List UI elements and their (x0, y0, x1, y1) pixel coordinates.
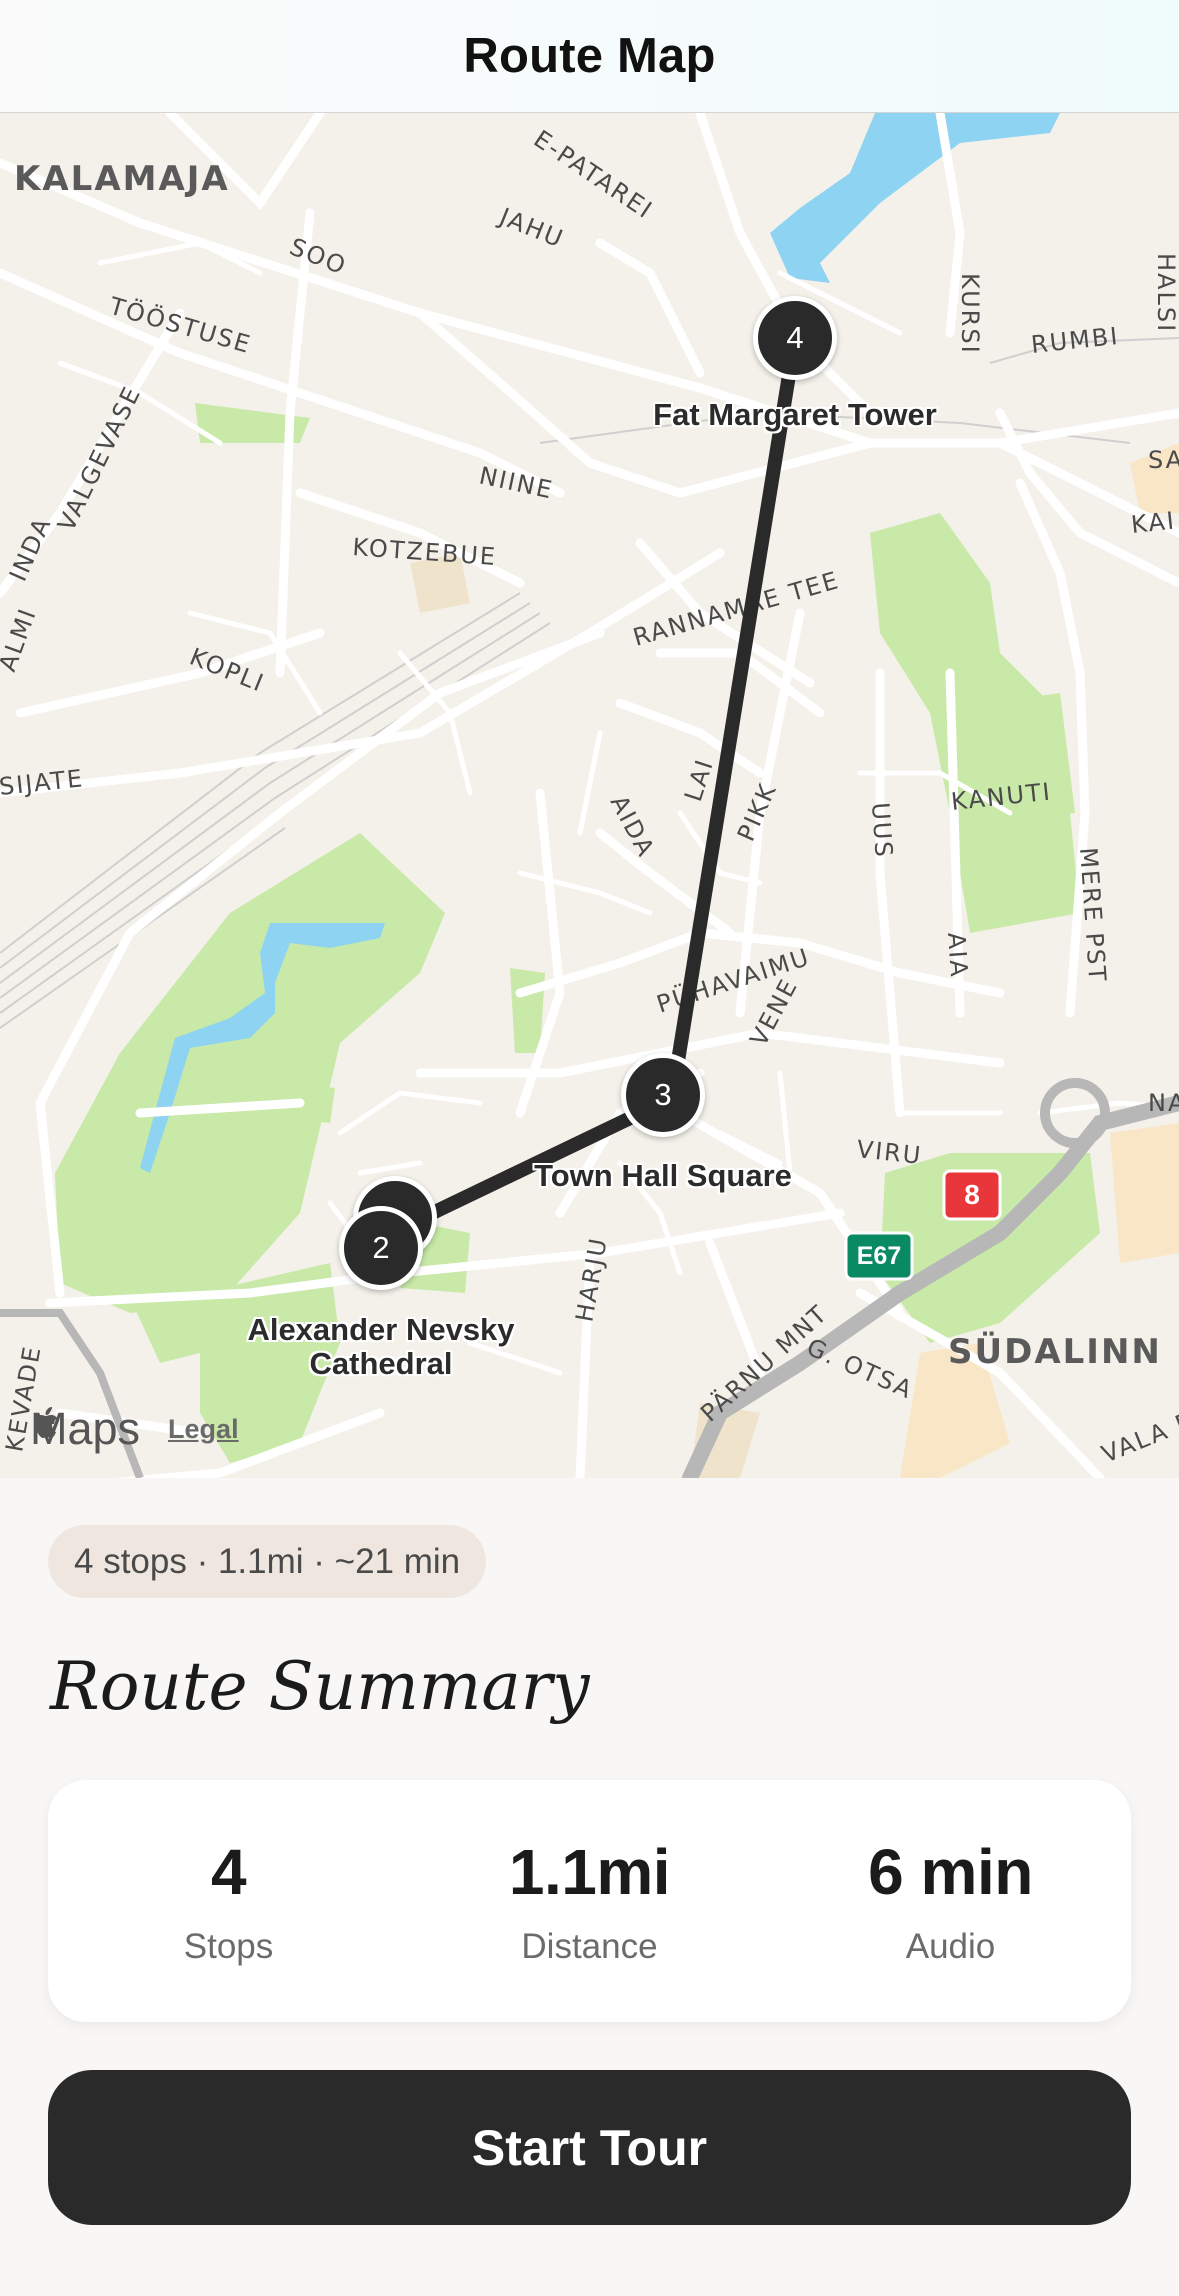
svg-text:UUS: UUS (866, 801, 898, 859)
stat-value: 6 min (868, 1836, 1033, 1908)
svg-text:MERE PST: MERE PST (1074, 846, 1111, 983)
svg-text:KOTZEBUE: KOTZEBUE (352, 533, 498, 571)
stop-pin-3[interactable]: 3 (621, 1053, 705, 1137)
svg-text:KAI: KAI (1130, 506, 1177, 539)
stat-stops: 4 Stops (48, 1835, 409, 1967)
route-map[interactable]: KALAMAJA SÜDALINN SOO JAHU TÖÖSTUSE VALG… (0, 113, 1179, 1478)
section-title: Route Summary (50, 1648, 590, 1725)
svg-text:JAHU: JAHU (494, 202, 568, 254)
stop-number: 3 (654, 1077, 672, 1112)
stat-label: Stops (183, 1927, 274, 1966)
svg-text:LAI: LAI (679, 755, 719, 805)
svg-text:ALMI: ALMI (0, 604, 42, 675)
svg-text:SA: SA (1148, 446, 1179, 474)
stop-number: 2 (372, 1230, 390, 1265)
stat-value: 4 (210, 1836, 247, 1908)
legal-link[interactable]: Legal (168, 1414, 239, 1445)
svg-text:G. OTSA: G. OTSA (803, 1333, 918, 1405)
stat-audio: 6 min Audio (770, 1835, 1131, 1967)
stop-label-3: Town Hall Square (534, 1158, 792, 1193)
svg-text:KURSI: KURSI (956, 273, 984, 355)
stat-distance: 1.1mi Distance (409, 1835, 770, 1967)
apple-maps-logo: Maps (30, 1403, 140, 1455)
svg-text:SÜDALINN: SÜDALINN (948, 1331, 1162, 1372)
svg-text:AIDA: AIDA (605, 791, 661, 862)
map-canvas: KALAMAJA SÜDALINN SOO JAHU TÖÖSTUSE VALG… (0, 113, 1179, 1478)
svg-text:RUMBI: RUMBI (1030, 322, 1121, 359)
stat-label: Audio (905, 1927, 996, 1966)
svg-text:VALA P: VALA P (1098, 1407, 1179, 1469)
svg-text:PIKK: PIKK (732, 778, 782, 845)
stat-label: Distance (521, 1927, 658, 1966)
svg-text:NA: NA (1148, 1089, 1179, 1117)
route-summary-chip: 4 stops · 1.1mi · ~21 min (48, 1525, 487, 1598)
svg-text:NIINE: NIINE (477, 461, 556, 504)
svg-text:VIRU: VIRU (855, 1135, 923, 1170)
page-title: Route Map (463, 29, 716, 83)
nav-bar: Route Map (0, 0, 1179, 113)
stat-value: 1.1mi (508, 1836, 671, 1908)
svg-text:VALGEVASE: VALGEVASE (52, 381, 146, 535)
stop-label-2: Alexander Nevsky Cathedral (247, 1312, 515, 1381)
svg-text:AIA: AIA (942, 931, 973, 979)
map-attribution: Maps Legal (30, 1403, 239, 1455)
stop-label-4: Fat Margaret Tower (653, 397, 937, 432)
svg-text:HARJU: HARJU (570, 1235, 612, 1324)
svg-text:SIJATE: SIJATE (0, 764, 86, 801)
svg-text:INDA: INDA (4, 512, 57, 585)
svg-text:HALSI: HALSI (1152, 253, 1179, 333)
start-tour-button[interactable]: Start Tour (48, 2070, 1131, 2225)
stats-card: 4 Stops 1.1mi Distance 6 min Audio (48, 1780, 1131, 2022)
stop-pin-2[interactable]: 2 (339, 1206, 423, 1290)
svg-text:KALAMAJA: KALAMAJA (14, 159, 230, 199)
stop-pin-4[interactable]: 4 (753, 296, 837, 380)
road-shield-e67-label: E67 (856, 1241, 902, 1270)
road-shield-8-label: 8 (964, 1179, 980, 1210)
apple-icon (35, 1407, 57, 1438)
stop-number: 4 (786, 320, 804, 355)
svg-text:E-PATAREI: E-PATAREI (529, 125, 659, 225)
